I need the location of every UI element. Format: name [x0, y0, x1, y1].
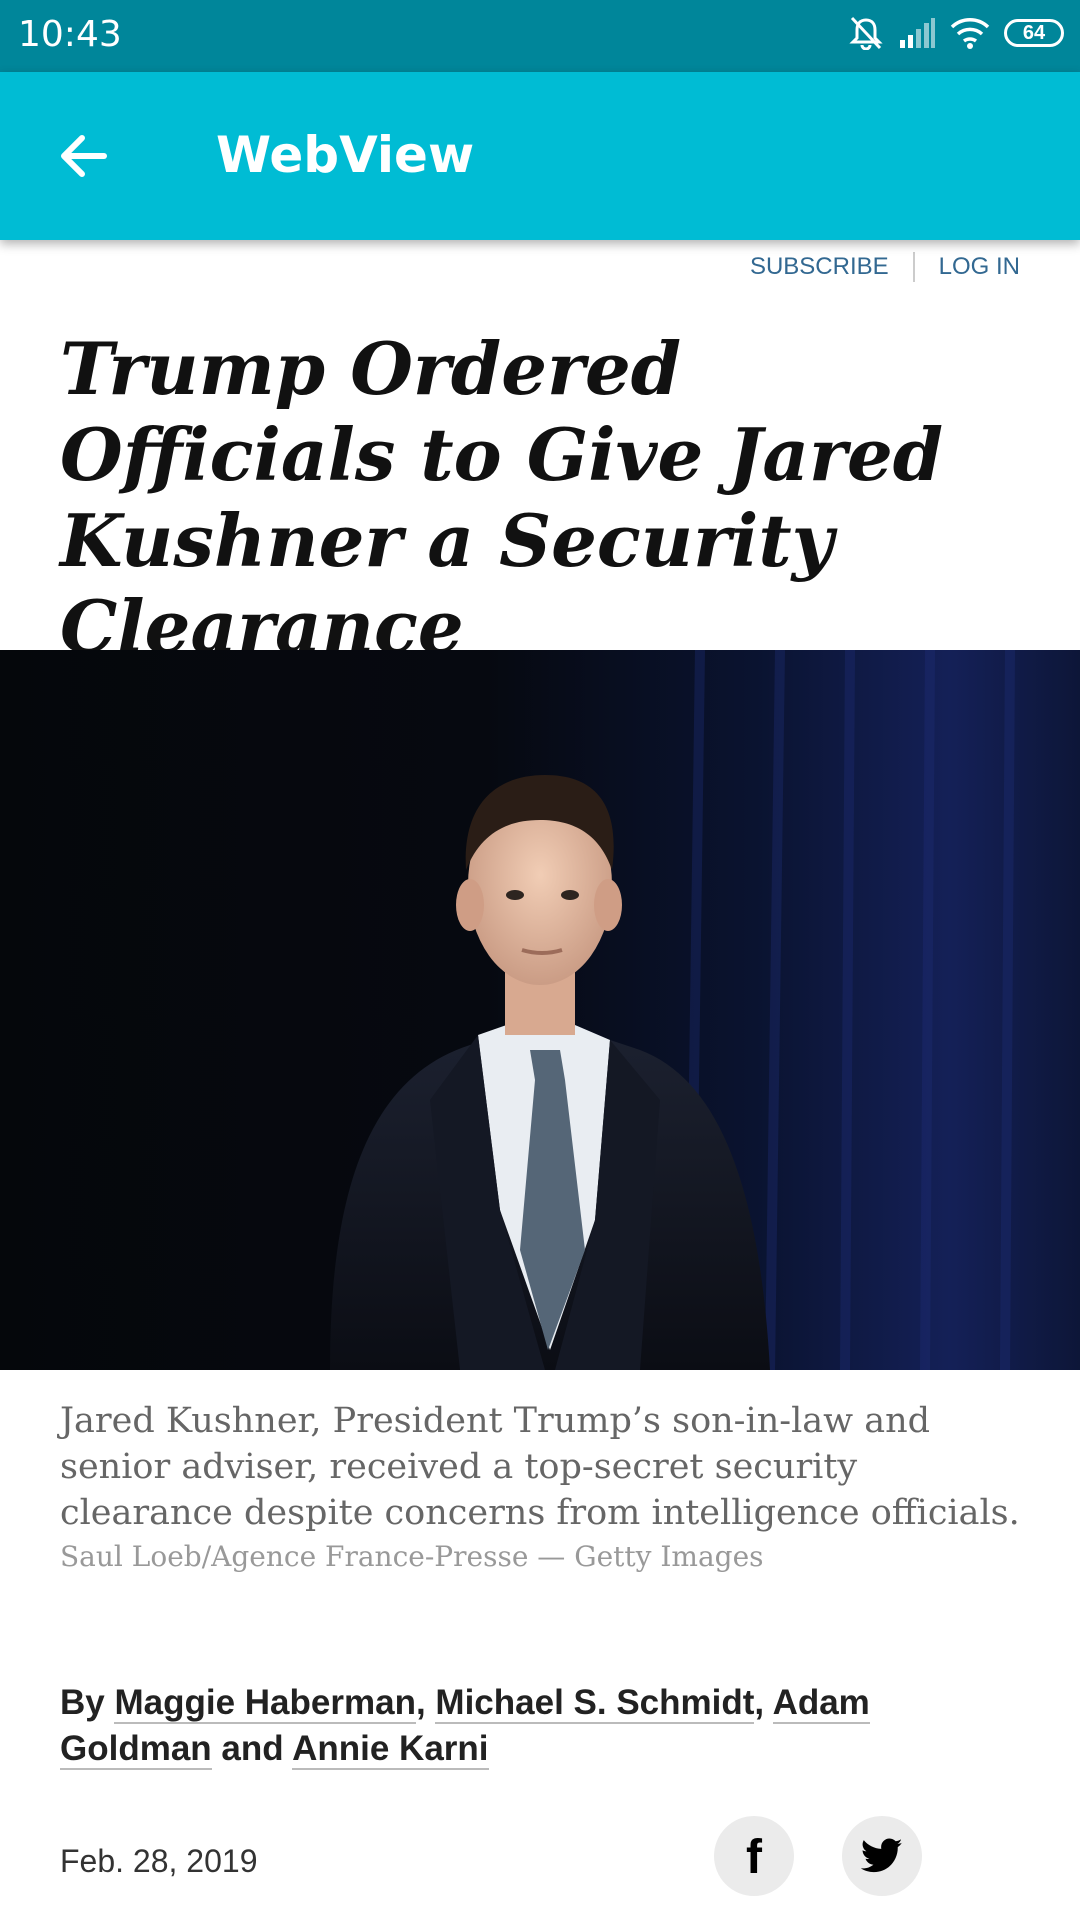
login-link[interactable]: LOG IN: [939, 253, 1020, 281]
publish-date: Feb. 28, 2019: [60, 1843, 258, 1879]
nav-divider: [912, 252, 915, 282]
muted-bell-icon: [849, 16, 883, 50]
wifi-icon: [950, 18, 990, 49]
photo-caption: Jared Kushner, President Trump’s son-in-…: [60, 1401, 1020, 1533]
byline-prefix: By: [60, 1683, 105, 1722]
battery-level: 64: [1022, 21, 1046, 44]
photo-illustration: [0, 650, 1080, 1370]
subscribe-link[interactable]: SUBSCRIBE: [750, 253, 889, 281]
status-icons: 64: [848, 16, 1064, 50]
byline-separator: ,: [754, 1683, 765, 1722]
app-bar: WebView: [0, 72, 1080, 240]
arrow-back-icon: [61, 135, 107, 177]
photo-credit: Saul Loeb/Agence France-Presse — Getty I…: [60, 1540, 764, 1573]
byline-conjunction: and: [221, 1729, 284, 1768]
author-link[interactable]: Michael S. Schmidt: [435, 1683, 755, 1724]
battery-icon: 64: [1004, 19, 1064, 47]
article-photo: [0, 650, 1080, 1370]
author-link[interactable]: Maggie Haberman: [114, 1683, 416, 1724]
twitter-icon: [861, 1838, 903, 1873]
twitter-share-button[interactable]: [842, 1816, 922, 1896]
facebook-icon: f: [746, 1831, 762, 1884]
article-headline: Trump Ordered Officials to Give Jared Ku…: [60, 326, 944, 669]
status-time: 10:43: [18, 14, 122, 55]
back-button[interactable]: [52, 124, 116, 188]
status-bar: 10:43 64: [0, 0, 1080, 72]
site-nav: SUBSCRIBE LOG IN: [750, 252, 1020, 282]
byline-separator: ,: [415, 1683, 426, 1722]
app-title: WebView: [216, 126, 475, 184]
byline: By Maggie Haberman, Michael S. Schmidt, …: [60, 1680, 920, 1772]
facebook-share-button[interactable]: f: [714, 1816, 794, 1896]
author-link[interactable]: Annie Karni: [292, 1729, 489, 1770]
signal-icon: [900, 18, 935, 48]
